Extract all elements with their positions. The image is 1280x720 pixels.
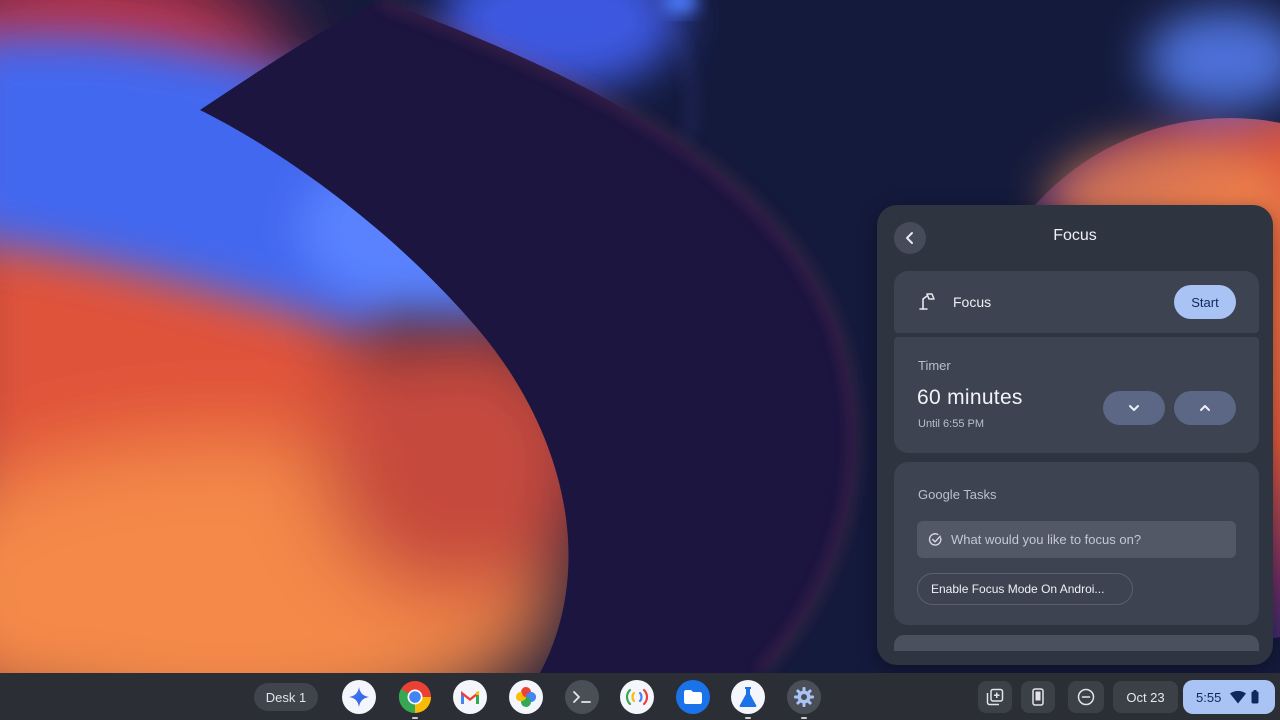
system-status-area[interactable]: 5:55: [1183, 680, 1275, 714]
do-not-disturb-icon: [1077, 688, 1095, 706]
gemini-app[interactable]: [342, 680, 376, 714]
files-app[interactable]: [676, 680, 710, 714]
terminal-icon: [573, 691, 591, 703]
timer-card: Timer 60 minutes Until 6:55 PM: [894, 337, 1259, 453]
chevron-down-icon: [1129, 405, 1139, 411]
focus-task-placeholder: What would you like to focus on?: [951, 532, 1142, 547]
flask-icon: [739, 687, 757, 707]
nearby-icon: [625, 688, 649, 706]
panel-title: Focus: [1053, 227, 1097, 244]
desk-lamp-icon: [919, 293, 935, 310]
do-not-disturb-button[interactable]: [1068, 681, 1104, 713]
chrome-app[interactable]: [398, 680, 432, 719]
task-suggestion-chip[interactable]: Enable Focus Mode On Androi...: [917, 573, 1133, 605]
photos-icon: [516, 687, 536, 707]
photos-app[interactable]: [509, 680, 543, 714]
gmail-app[interactable]: [453, 680, 487, 714]
wifi-icon: [1230, 690, 1247, 703]
folder-icon: [684, 690, 702, 704]
gmail-icon: [461, 691, 479, 704]
terminal-app[interactable]: [565, 680, 599, 714]
focus-label: Focus: [953, 294, 992, 310]
screen-capture-button[interactable]: [978, 681, 1012, 713]
chrome-icon: [398, 681, 431, 714]
panel-bottom-card: [894, 635, 1259, 651]
chevron-up-icon: [1200, 405, 1210, 411]
google-tasks-card: Google Tasks What would you like to focu…: [894, 462, 1259, 625]
increase-timer-button[interactable]: [1174, 391, 1236, 425]
sparkle-icon: [349, 687, 369, 707]
clock: 5:55: [1196, 689, 1222, 705]
timer-value: 60 minutes: [917, 386, 1023, 409]
timer-until: Until 6:55 PM: [918, 418, 985, 430]
phone-hub-button[interactable]: [1021, 681, 1055, 713]
gear-icon: [794, 687, 814, 707]
tasks-label: Google Tasks: [918, 487, 997, 502]
battery-icon: [1251, 690, 1259, 704]
decrease-timer-button[interactable]: [1103, 391, 1165, 425]
settings-app[interactable]: [787, 680, 821, 719]
shelf: Desk 1 Oct 23 5:55: [0, 673, 1280, 720]
date-button[interactable]: Oct 23: [1113, 681, 1178, 713]
timer-label: Timer: [918, 358, 951, 373]
start-button[interactable]: Start: [1174, 285, 1236, 319]
focus-row: Focus Start: [894, 271, 1259, 333]
running-indicator: [412, 717, 418, 719]
task-check-icon: [928, 533, 942, 546]
labs-app[interactable]: [731, 680, 765, 719]
focus-task-input[interactable]: What would you like to focus on?: [917, 521, 1236, 558]
focus-panel: Focus Focus Start Timer 60 minutes Until…: [877, 205, 1273, 665]
nearby-app[interactable]: [620, 680, 654, 714]
desk-button[interactable]: Desk 1: [254, 683, 318, 711]
running-indicator: [745, 717, 751, 719]
running-indicator: [801, 717, 807, 719]
capture-icon: [986, 688, 1004, 706]
panel-header: Focus: [877, 205, 1273, 269]
phone-icon: [1032, 688, 1044, 706]
